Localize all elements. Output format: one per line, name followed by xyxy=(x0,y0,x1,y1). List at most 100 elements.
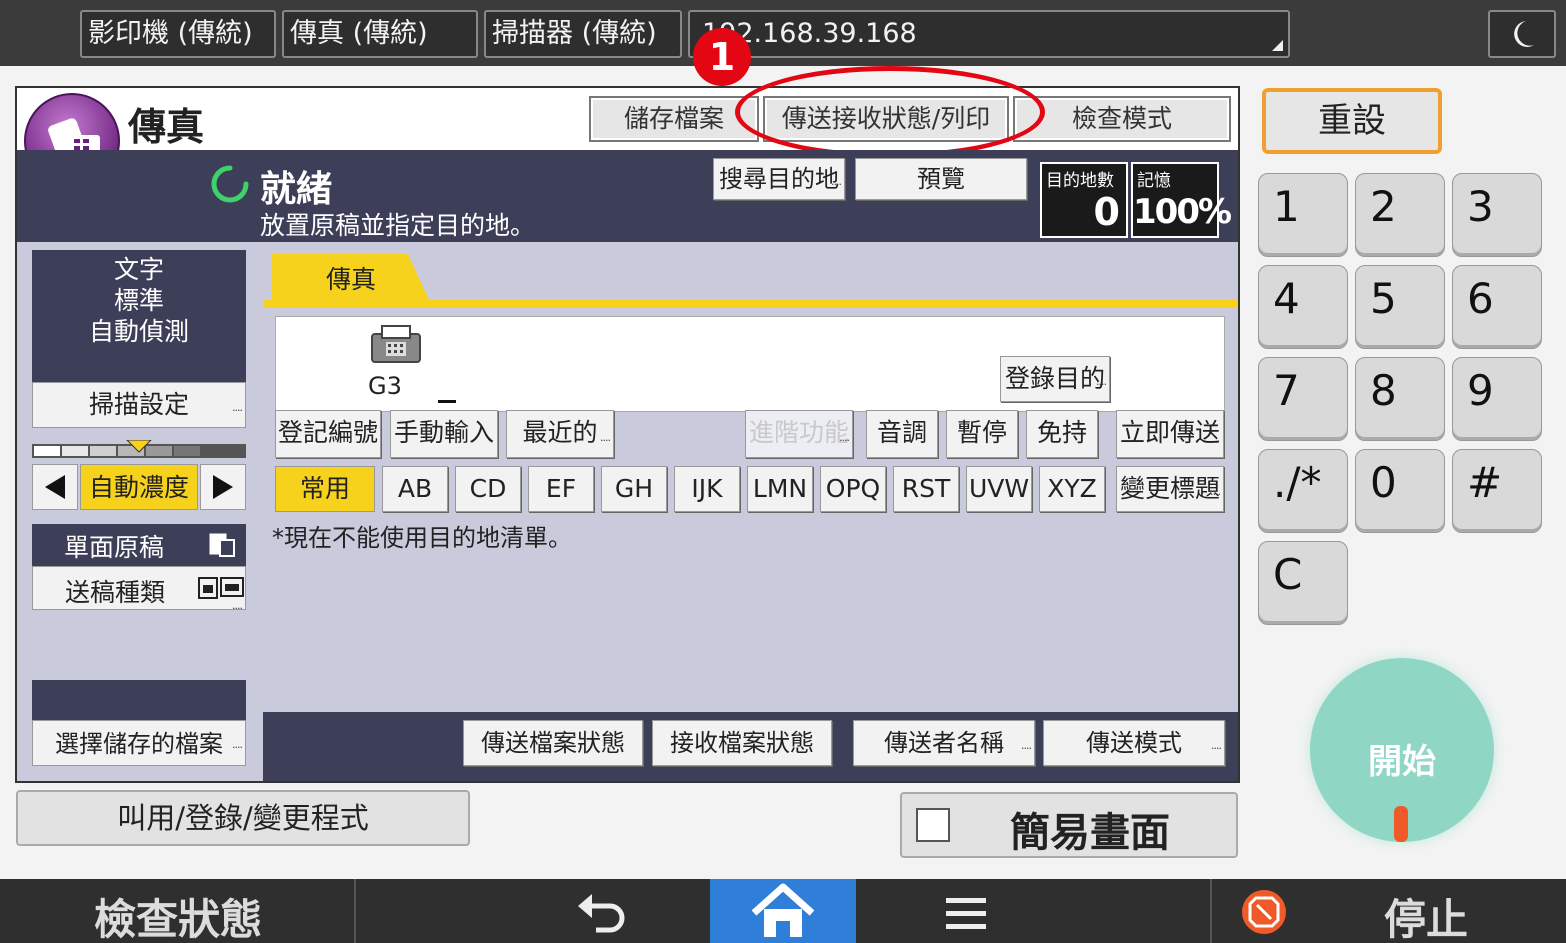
index-tab-ab[interactable]: AB xyxy=(382,466,448,512)
destination-count-label: 目的地數 xyxy=(1046,171,1114,191)
key-5[interactable]: 5 xyxy=(1355,265,1445,349)
annotation-number-badge: 1 xyxy=(693,28,751,86)
start-indicator-light xyxy=(1394,806,1408,842)
home-button[interactable] xyxy=(710,879,856,943)
index-tab-rst[interactable]: RST xyxy=(893,466,959,512)
stored-file-slot xyxy=(32,680,246,720)
density-lighter-button[interactable] xyxy=(32,464,78,510)
dropdown-corner-icon xyxy=(1272,40,1283,51)
change-title-button[interactable]: 變更標題 xyxy=(1116,466,1224,514)
density-darker-button[interactable] xyxy=(200,464,246,510)
simple-screen-label: 簡易畫面 xyxy=(1010,810,1170,856)
reset-button[interactable]: 重設 xyxy=(1262,88,1442,154)
pause-button[interactable]: 暫停 xyxy=(946,410,1018,458)
tab-fax-classic[interactable]: 傳真 (傳統) xyxy=(282,10,478,58)
index-tab-opq[interactable]: OPQ xyxy=(820,466,886,512)
search-destination-button[interactable]: 搜尋目的地 xyxy=(713,158,845,202)
summary-line-size: 自動偵測 xyxy=(88,317,189,346)
index-tab-frequent[interactable]: 常用 xyxy=(275,466,375,512)
index-tab-lmn[interactable]: LMN xyxy=(747,466,813,512)
index-tab-uvw[interactable]: UVW xyxy=(966,466,1032,512)
status-text: 就緒 xyxy=(260,169,333,210)
memory-label: 記憶 xyxy=(1137,171,1171,191)
index-tab-ef[interactable]: EF xyxy=(528,466,594,512)
preview-button[interactable]: 預覽 xyxy=(855,158,1027,200)
summary-line-text: 文字 xyxy=(113,255,164,284)
home-icon xyxy=(751,883,815,937)
scan-settings-button[interactable]: 掃描設定 xyxy=(32,382,246,430)
tone-button[interactable]: 音調 xyxy=(866,410,938,458)
memory-indicator: 記憶 100% xyxy=(1131,162,1232,238)
key-6[interactable]: 6 xyxy=(1452,265,1542,349)
hamburger-menu-icon xyxy=(946,898,986,929)
text-cursor xyxy=(438,400,456,403)
destination-list-notice: *現在不能使用目的地清單。 xyxy=(272,524,572,552)
index-tab-xyz[interactable]: XYZ xyxy=(1039,466,1105,512)
key-8[interactable]: 8 xyxy=(1355,357,1445,441)
key-4[interactable]: 4 xyxy=(1258,265,1348,349)
key-1[interactable]: 1 xyxy=(1258,173,1348,257)
scan-summary: 文字 標準 自動偵測 xyxy=(32,250,246,382)
arrow-right-icon xyxy=(213,475,233,499)
simple-screen-toggle[interactable]: 簡易畫面 xyxy=(900,792,1238,858)
start-label: 開始 xyxy=(1368,742,1436,782)
key-hash[interactable]: # xyxy=(1452,449,1542,533)
program-button[interactable]: 叫用/登錄/變更程式 xyxy=(16,790,470,846)
feed-type-label: 送稿種類 xyxy=(65,578,166,607)
feed-type-icon xyxy=(198,577,244,599)
index-tab-ijk[interactable]: IJK xyxy=(674,466,740,512)
key-3[interactable]: 3 xyxy=(1452,173,1542,257)
received-file-status-button[interactable]: 接收檔案狀態 xyxy=(652,720,832,766)
stop-icon-button[interactable] xyxy=(1240,888,1288,936)
key-dot-star[interactable]: ./* xyxy=(1258,449,1348,533)
registration-number-button[interactable]: 登記編號 xyxy=(275,410,381,458)
ip-address-selector[interactable]: 192.168.39.168 xyxy=(688,10,1290,58)
key-9[interactable]: 9 xyxy=(1452,357,1542,441)
advanced-features-button: 進階功能 xyxy=(745,410,853,460)
key-7[interactable]: 7 xyxy=(1258,357,1348,441)
register-destination-button[interactable]: 登錄目的 xyxy=(1000,356,1110,404)
select-stored-file-button[interactable]: 選擇儲存的檔案 xyxy=(32,720,246,768)
recent-button[interactable]: 最近的 xyxy=(506,410,614,460)
status-message: 放置原稿並指定目的地。 xyxy=(260,211,536,240)
memory-value: 100% xyxy=(1133,192,1232,232)
nav-divider-right xyxy=(1210,879,1212,943)
immediate-send-button[interactable]: 立即傳送 xyxy=(1116,410,1224,458)
check-modes-button[interactable]: 檢查模式 xyxy=(1013,96,1231,142)
destination-count-value: 0 xyxy=(1093,190,1120,234)
single-sided-label: 單面原稿 xyxy=(64,533,165,562)
simple-screen-checkbox[interactable] xyxy=(916,808,950,842)
menu-button[interactable] xyxy=(944,894,988,934)
arrow-left-icon xyxy=(45,475,65,499)
feed-type-button[interactable]: 送稿種類 xyxy=(32,566,246,612)
tab-fax[interactable]: 傳真 xyxy=(272,254,430,302)
density-scale xyxy=(32,440,246,460)
manual-entry-button[interactable]: 手動輸入 xyxy=(390,410,498,458)
tab-underline xyxy=(263,300,1238,308)
moon-icon xyxy=(1514,21,1534,47)
transmission-mode-button[interactable]: 傳送模式 xyxy=(1043,720,1225,768)
ready-icon xyxy=(210,164,250,204)
app-title: 傳真 xyxy=(128,105,205,149)
single-sided-original-button[interactable]: 單面原稿 xyxy=(32,524,246,566)
sender-name-button[interactable]: 傳送者名稱 xyxy=(853,720,1035,768)
sent-file-status-button[interactable]: 傳送檔案狀態 xyxy=(463,720,643,766)
store-file-button[interactable]: 儲存檔案 xyxy=(589,96,759,142)
index-tab-gh[interactable]: GH xyxy=(601,466,667,512)
back-button[interactable] xyxy=(574,886,630,936)
auto-density-button[interactable]: 自動濃度 xyxy=(80,464,198,510)
stop-button[interactable]: 停止 xyxy=(1384,886,1468,943)
line-type-label: G3 xyxy=(368,372,402,400)
key-2[interactable]: 2 xyxy=(1355,173,1445,257)
energy-saver-button[interactable] xyxy=(1488,10,1556,58)
nav-divider xyxy=(354,879,356,943)
key-clear[interactable]: C xyxy=(1258,541,1348,625)
index-tab-cd[interactable]: CD xyxy=(455,466,521,512)
key-0[interactable]: 0 xyxy=(1355,449,1445,533)
tab-scanner-classic[interactable]: 掃描器 (傳統) xyxy=(484,10,682,58)
fax-machine-icon xyxy=(368,324,424,366)
tab-copier-classic[interactable]: 影印機 (傳統) xyxy=(80,10,276,58)
on-hook-button[interactable]: 免持 xyxy=(1026,410,1098,458)
check-status-button[interactable]: 檢查狀態 xyxy=(94,886,262,943)
start-button[interactable]: 開始 xyxy=(1310,658,1494,842)
